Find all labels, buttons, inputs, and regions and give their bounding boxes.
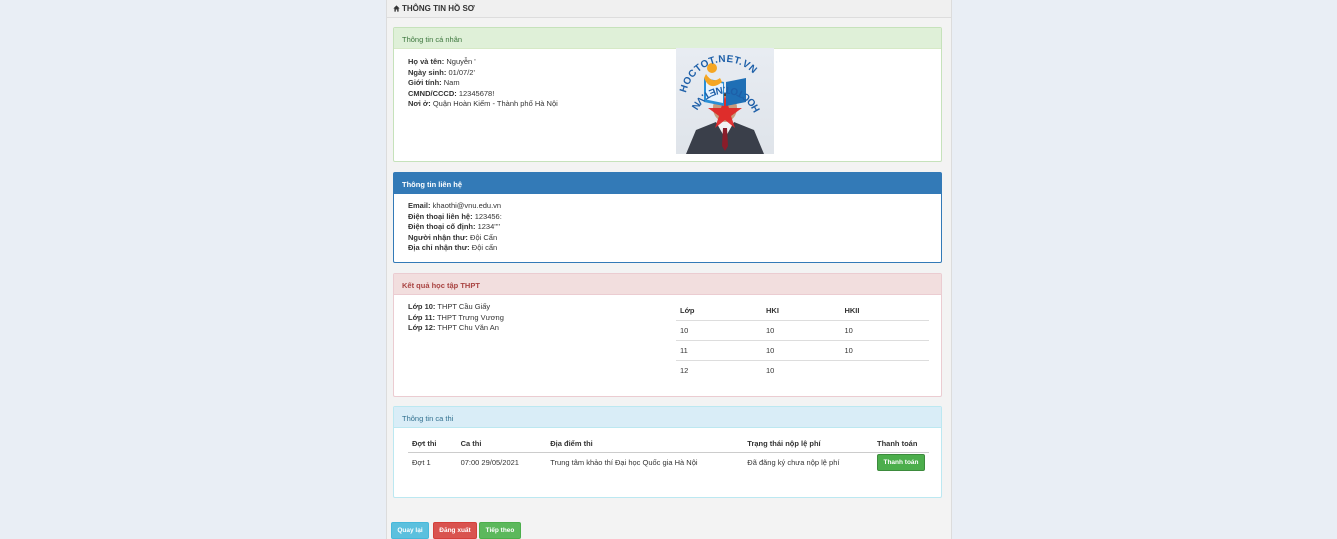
info-value: 01/07/2' [448,67,475,77]
cell-round: Đợt 1 [412,458,431,467]
contact-info-heading: Thông tin liên hệ [394,173,941,194]
page-title: THÔNG TIN HỒ SƠ [393,4,475,13]
class-school: THPT Trưng Vương [436,312,504,322]
cell-location: Trung tâm khảo thí Đại học Quốc gia Hà N… [550,458,698,467]
col-header-fee-status: Trạng thái nộp lệ phí [743,436,873,453]
class-row: Lớp 11: THPT Trưng Vương [408,313,504,324]
school-result-heading: Kết quả học tập THPT [394,274,941,295]
info-row: Người nhận thư: Đội Cấn [408,233,502,244]
info-row: Ngày sinh: 01/07/2' [408,68,558,79]
col-header-session: Ca thi [456,436,547,453]
cell-hk1: 10 [762,340,841,361]
page-title-text: THÔNG TIN HỒ SƠ [402,4,475,13]
profile-photo: HOCTOT.NET.VN HOCTOT.NET.VN [676,48,774,154]
table-row: 10 10 10 [676,320,929,341]
info-label: Email: [408,201,431,210]
exam-info-heading: Thông tin ca thi [394,407,941,428]
col-header-location: Địa điểm thi [546,436,744,453]
table-row: 11 10 10 [676,340,929,361]
class-label: Lớp 10: [408,302,436,311]
info-label: Nơi ở: [408,99,431,108]
info-value: 12345678! [458,88,495,98]
info-row: Địa chỉ nhận thư: Đội cấn [408,243,502,254]
info-row: Điện thoại liên hệ: 123456: [408,212,502,223]
info-row: CMND/CCCD: 12345678! [408,89,558,100]
cell-payment: Thanh toán [873,453,929,477]
info-value: 1234'''' [477,222,501,231]
exam-info-panel: Thông tin ca thi Đợt thi Ca thi Địa điểm… [393,406,942,498]
col-header-hk2: HKII [840,304,929,321]
page-header: THÔNG TIN HỒ SƠ [387,0,951,18]
contact-info-list: Email: khaothi@vnu.edu.vn Điện thoại liê… [408,201,502,254]
personal-info-heading: Thông tin cá nhân [394,28,941,49]
info-label: CMND/CCCD: [408,88,457,98]
home-icon [393,5,400,12]
cell-class: 11 [676,340,763,361]
grades-header-row: Lớp HKI HKII [676,304,929,321]
contact-info-panel: Thông tin liên hệ Email: khaothi@vnu.edu… [393,172,942,263]
info-value: Nam [443,78,460,87]
info-row: Email: khaothi@vnu.edu.vn [408,201,502,212]
class-row: Lớp 10: THPT Cầu Giấy [408,302,504,313]
exam-header-row: Đợt thi Ca thi Địa điểm thi Trạng thái n… [408,436,929,453]
info-label: Địa chỉ nhận thư: [408,243,470,252]
class-label: Lớp 11: [408,312,436,322]
class-row: Lớp 12: THPT Chu Văn An [408,323,504,334]
pay-button[interactable]: Thanh toán [877,454,925,471]
info-label: Điện thoại cố định: [408,222,476,231]
cell-hk2 [840,361,929,381]
personal-info-list: Họ và tên: Nguyễn ' Ngày sinh: 01/07/2' … [408,57,558,110]
info-label: Điện thoại liên hệ: [408,211,473,221]
info-row: Điện thoại cố định: 1234'''' [408,222,502,233]
personal-info-panel: Thông tin cá nhân Họ và tên: Nguyễn ' Ng… [393,27,942,162]
next-button[interactable]: Tiếp theo [479,522,521,539]
info-value: Nguyễn ' [446,57,476,66]
school-result-panel: Kết quả học tập THPT Lớp 10: THPT Cầu Gi… [393,273,942,397]
col-header-class: Lớp [676,304,763,321]
info-row: Nơi ở: Quận Hoàn Kiếm - Thành phố Hà Nội [408,99,558,110]
info-row: Họ và tên: Nguyễn ' [408,57,558,68]
info-value: Đội Cấn [470,232,498,242]
grades-table: Lớp HKI HKII 10 10 10 11 10 10 12 10 [676,304,929,380]
cell-hk2: 10 [840,340,929,361]
cell-class: 10 [676,320,763,341]
logout-button[interactable]: Đăng xuất [433,522,477,539]
class-list: Lớp 10: THPT Cầu Giấy Lớp 11: THPT Trưng… [408,302,504,334]
info-value: Đội cấn [471,243,498,252]
cell-hk1: 10 [766,366,775,375]
info-label: Người nhận thư: [408,232,468,242]
info-label: Giới tính: [408,78,442,87]
info-row: Giới tính: Nam [408,78,558,89]
class-school: THPT Chu Văn An [437,323,499,332]
info-label: Họ và tên: [408,57,445,66]
cell-fee-status: Đã đăng ký chưa nộp lệ phí [747,458,840,467]
back-button[interactable]: Quay lại [391,522,429,539]
info-value: khaothi@vnu.edu.vn [432,201,502,210]
col-header-hk1: HKI [762,304,841,321]
cell-class: 12 [680,366,689,375]
cell-hk1: 10 [762,320,841,341]
info-value: Quận Hoàn Kiếm - Thành phố Hà Nội [432,99,558,108]
col-header-payment: Thanh toán [873,436,929,453]
table-row: Đợt 1 07:00 29/05/2021 Trung tâm khảo th… [408,453,929,477]
exam-table: Đợt thi Ca thi Địa điểm thi Trạng thái n… [408,436,929,476]
cell-hk2: 10 [840,320,929,341]
class-label: Lớp 12: [408,323,436,332]
info-label: Ngày sinh: [408,67,447,77]
col-header-round: Đợt thi [408,436,457,453]
profile-container: THÔNG TIN HỒ SƠ Thông tin cá nhân Họ và … [386,0,952,539]
cell-session: 07:00 29/05/2021 [460,458,519,467]
watermark-logo-icon: HOCTOT.NET.VN HOCTOT.NET.VN [678,54,764,154]
info-value: 123456: [474,211,502,221]
class-school: THPT Cầu Giấy [437,302,491,311]
table-row: 12 10 [676,361,929,381]
